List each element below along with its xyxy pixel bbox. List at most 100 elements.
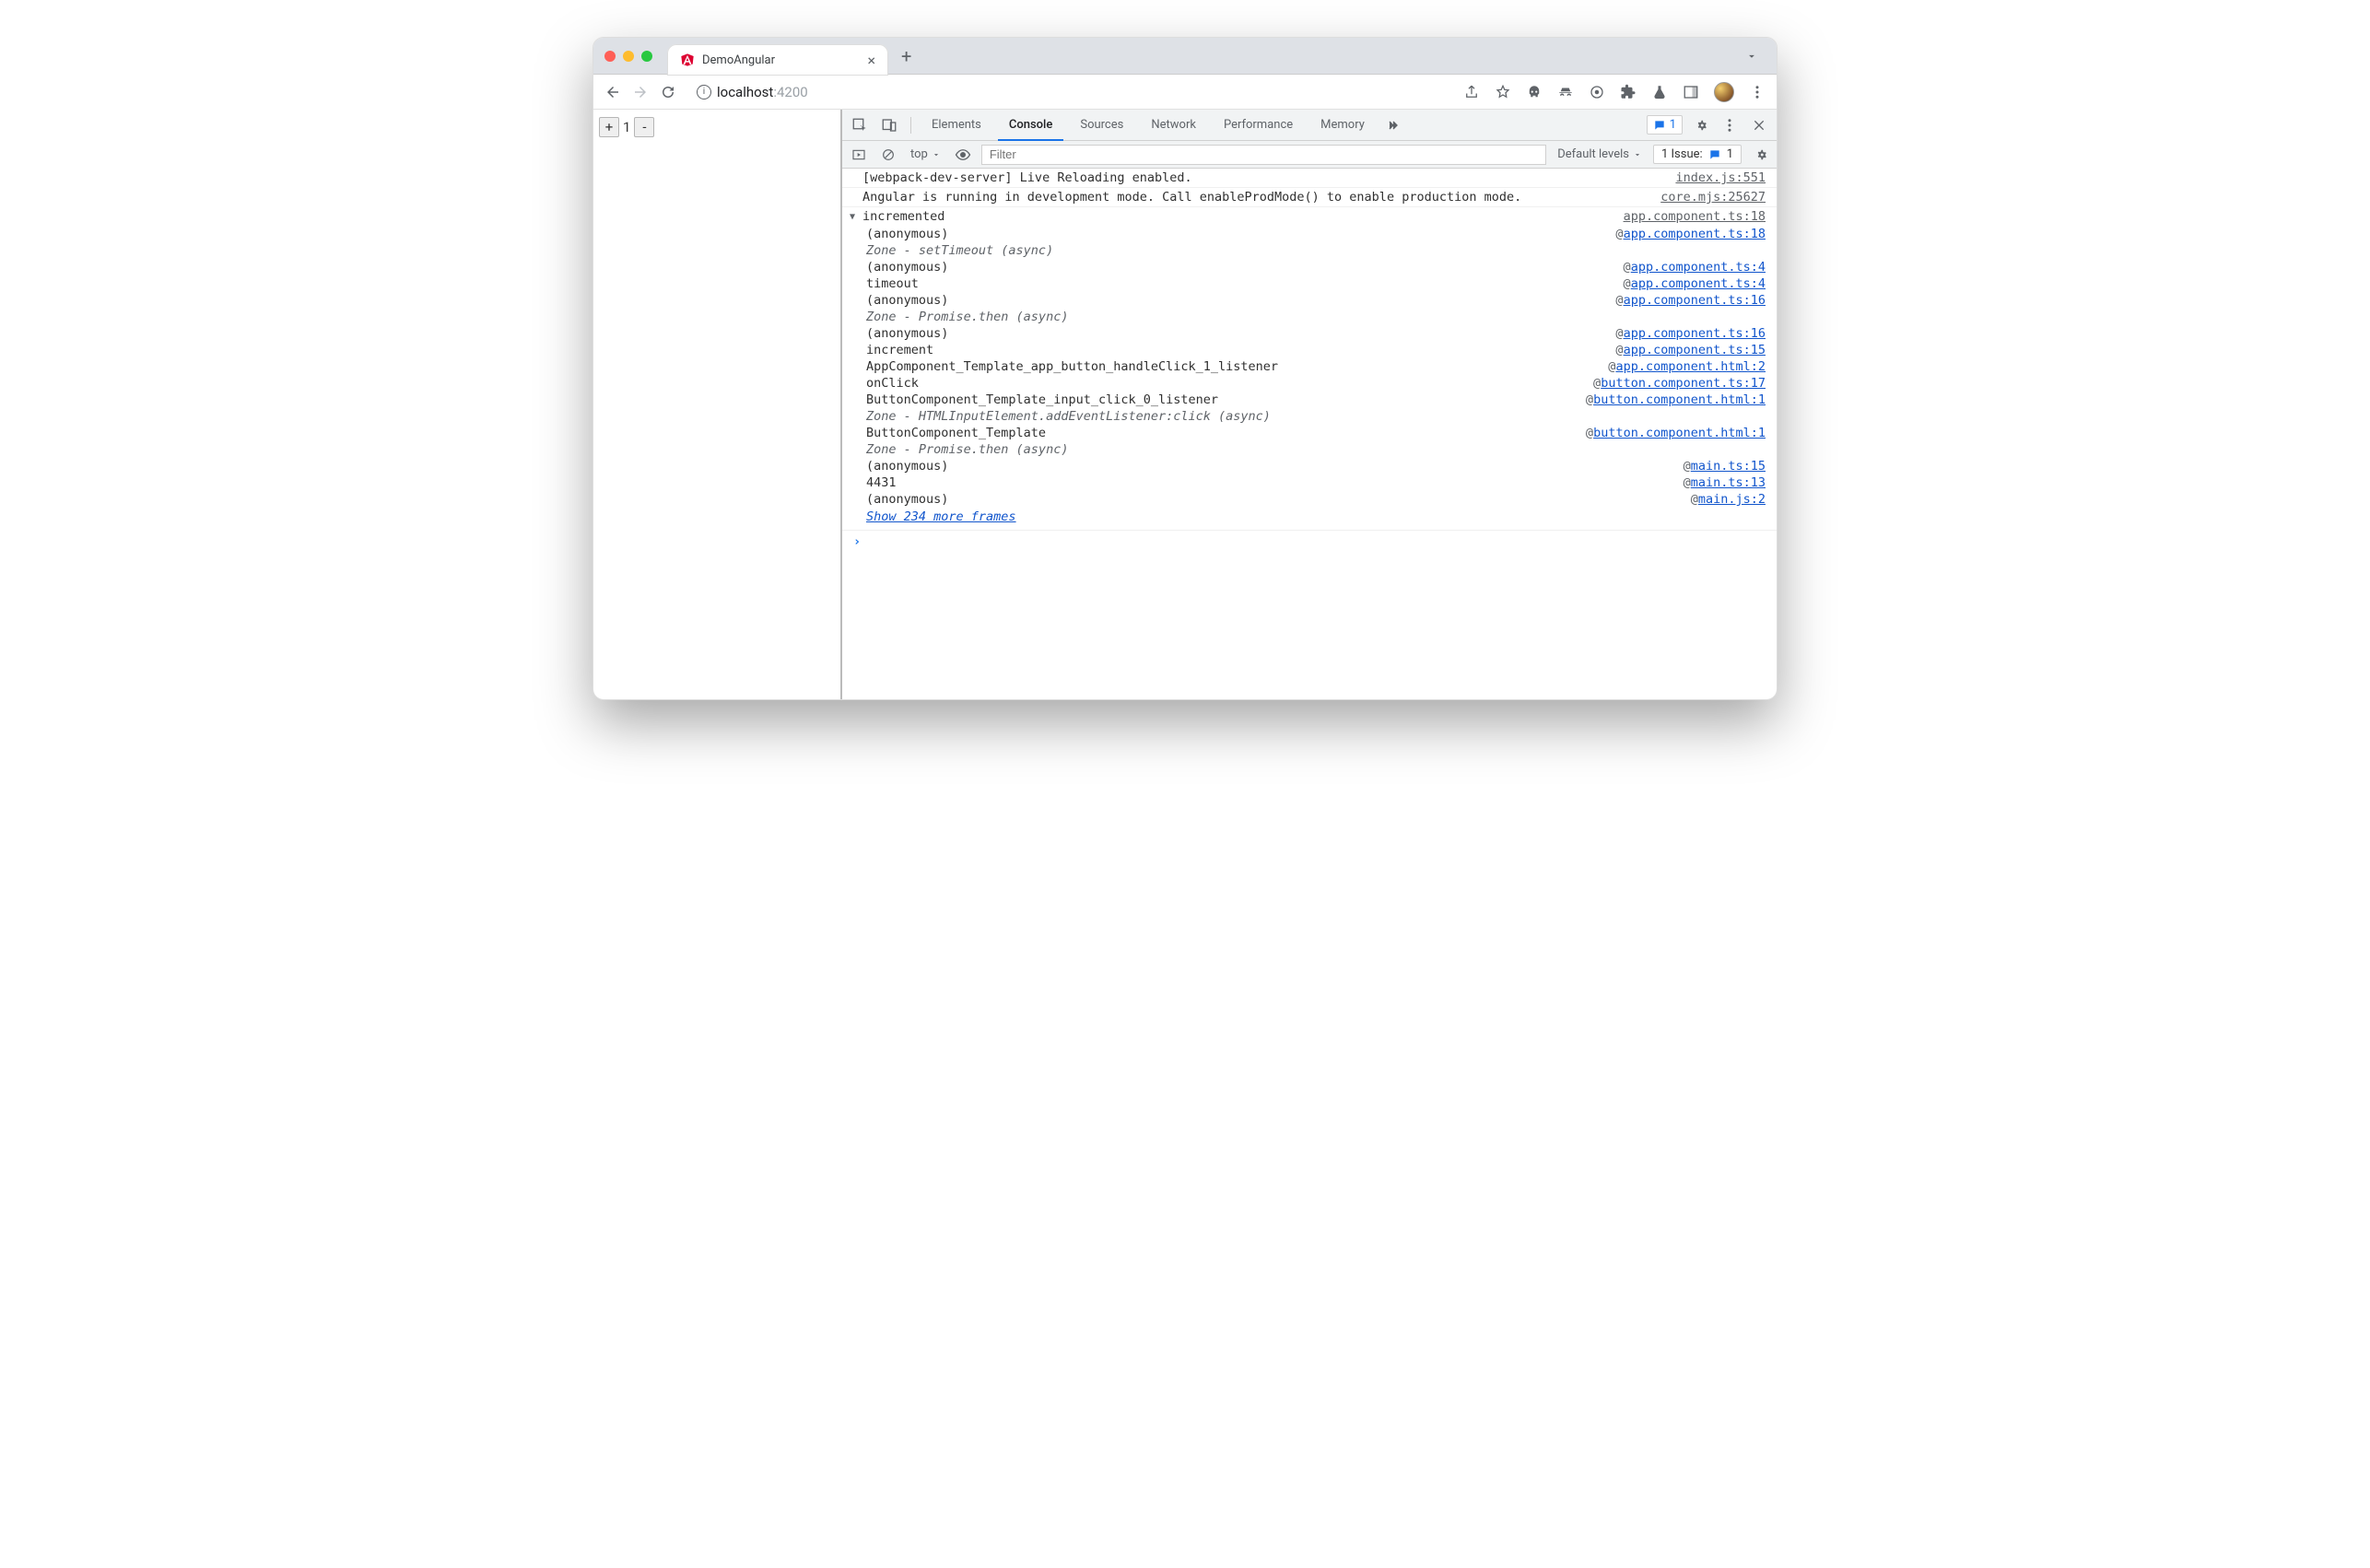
messages-badge[interactable]: 1 [1647, 115, 1683, 135]
extension-incognito-icon[interactable] [1557, 84, 1574, 100]
extensions-icon[interactable] [1620, 84, 1637, 100]
frame-function: onClick [866, 376, 1593, 391]
frame-location-link[interactable]: app.component.html:2 [1615, 359, 1766, 374]
frame-function: timeout [866, 276, 1624, 291]
clear-console-icon[interactable] [877, 144, 899, 166]
stack-frame: timeout @ app.component.ts:4 [842, 275, 1777, 292]
counter-control: + 1 - [599, 117, 835, 137]
frame-location-link[interactable]: button.component.html:1 [1593, 426, 1766, 440]
site-info-icon[interactable]: i [697, 85, 711, 99]
log-levels-selector[interactable]: Default levels [1554, 147, 1646, 161]
at-symbol: @ [1608, 359, 1615, 374]
zone-boundary: Zone - Promise.then (async) [842, 309, 1777, 325]
tab-elements[interactable]: Elements [921, 110, 992, 141]
zone-boundary: Zone - Promise.then (async) [842, 441, 1777, 458]
device-toolbar-icon[interactable] [877, 113, 901, 137]
browser-window: DemoAngular × + i localhost:4200 [592, 37, 1778, 700]
counter-value: 1 [621, 119, 632, 135]
at-symbol: @ [1691, 492, 1698, 507]
message-text: Angular is running in development mode. … [862, 190, 1660, 205]
context-selector[interactable]: top [907, 147, 944, 161]
stack-frame: ButtonComponent_Template_input_click_0_l… [842, 392, 1777, 408]
at-symbol: @ [1615, 227, 1623, 241]
stack-frame: (anonymous) @ main.js:2 [842, 491, 1777, 508]
frame-function: AppComponent_Template_app_button_handleC… [866, 359, 1608, 374]
frame-location-link[interactable]: app.component.ts:18 [1624, 227, 1766, 241]
frame-location-link[interactable]: button.component.html:1 [1593, 392, 1766, 407]
collapse-caret-icon[interactable]: ▼ [850, 209, 862, 222]
trace-source-link[interactable]: app.component.ts:18 [1624, 209, 1766, 224]
filter-input[interactable] [981, 145, 1546, 165]
close-window-button[interactable] [604, 51, 616, 62]
frame-function: ButtonComponent_Template_input_click_0_l… [866, 392, 1586, 407]
toggle-sidebar-icon[interactable] [848, 144, 870, 166]
console-message: [webpack-dev-server] Live Reloading enab… [842, 169, 1777, 188]
url-text: localhost:4200 [717, 84, 808, 100]
console-message: Angular is running in development mode. … [842, 188, 1777, 207]
frame-location-link[interactable]: app.component.ts:16 [1624, 293, 1766, 308]
stack-trace: ▼ incremented app.component.ts:18 (anony… [842, 207, 1777, 531]
frame-location-link[interactable]: main.ts:13 [1691, 475, 1766, 490]
console-toolbar: top Default levels 1 Issue: 1 [842, 141, 1777, 169]
content-area: + 1 - Elements Console Sources Network P [593, 110, 1777, 699]
frame-function: ButtonComponent_Template [866, 426, 1586, 440]
frame-location-link[interactable]: main.ts:15 [1691, 459, 1766, 474]
decrement-button[interactable]: - [634, 117, 654, 137]
frame-location-link[interactable]: app.component.ts:15 [1624, 343, 1766, 357]
stack-frame: (anonymous) @ app.component.ts:16 [842, 292, 1777, 309]
reload-button[interactable] [660, 84, 676, 100]
live-expression-icon[interactable] [952, 144, 974, 166]
tab-memory[interactable]: Memory [1309, 110, 1376, 141]
side-panel-icon[interactable] [1683, 84, 1699, 100]
browser-menu-icon[interactable] [1749, 84, 1766, 100]
frame-function: increment [866, 343, 1615, 357]
tab-sources[interactable]: Sources [1069, 110, 1134, 141]
forward-button[interactable] [632, 84, 649, 100]
tab-performance[interactable]: Performance [1213, 110, 1304, 141]
tab-title: DemoAngular [702, 53, 860, 67]
extension-flask-icon[interactable] [1651, 84, 1668, 100]
tab-network[interactable]: Network [1140, 110, 1207, 141]
window-controls [604, 51, 652, 62]
frame-function: (anonymous) [866, 326, 1615, 341]
address-bar[interactable]: i localhost:4200 [687, 79, 1452, 105]
bookmark-star-icon[interactable] [1495, 84, 1511, 100]
maximize-window-button[interactable] [641, 51, 652, 62]
tab-list-button[interactable] [1738, 50, 1766, 63]
frame-location-link[interactable]: main.js:2 [1698, 492, 1766, 507]
issues-indicator[interactable]: 1 Issue: 1 [1653, 145, 1742, 164]
frame-location-link[interactable]: app.component.ts:4 [1631, 260, 1766, 275]
stack-frame: onClick @ button.component.ts:17 [842, 375, 1777, 392]
devtools-menu-icon[interactable] [1718, 113, 1742, 137]
source-link[interactable]: index.js:551 [1675, 170, 1766, 185]
share-icon[interactable] [1463, 84, 1480, 100]
devtools-close-icon[interactable] [1747, 113, 1771, 137]
frame-function: (anonymous) [866, 227, 1615, 241]
source-link[interactable]: core.mjs:25627 [1660, 190, 1766, 205]
console-prompt[interactable]: › [842, 531, 1777, 553]
frame-location-link[interactable]: app.component.ts:16 [1624, 326, 1766, 341]
close-tab-button[interactable]: × [867, 52, 875, 69]
inspect-element-icon[interactable] [848, 113, 872, 137]
frame-location-link[interactable]: button.component.ts:17 [1601, 376, 1766, 391]
stack-frame: ButtonComponent_Template @ button.compon… [842, 425, 1777, 441]
extension-eye-icon[interactable] [1589, 84, 1605, 100]
devtools-settings-icon[interactable] [1688, 113, 1712, 137]
at-symbol: @ [1615, 326, 1623, 341]
stack-frame: (anonymous) @ app.component.ts:4 [842, 259, 1777, 275]
message-text: [webpack-dev-server] Live Reloading enab… [862, 170, 1675, 185]
frame-location-link[interactable]: app.component.ts:4 [1631, 276, 1766, 291]
tab-console[interactable]: Console [998, 110, 1063, 141]
at-symbol: @ [1684, 459, 1691, 474]
console-settings-icon[interactable] [1749, 144, 1771, 166]
more-tabs-icon[interactable] [1381, 113, 1405, 137]
new-tab-button[interactable]: + [896, 45, 917, 67]
back-button[interactable] [604, 84, 621, 100]
minimize-window-button[interactable] [623, 51, 634, 62]
browser-tab[interactable]: DemoAngular × [667, 44, 888, 76]
increment-button[interactable]: + [599, 117, 619, 137]
extension-skull-icon[interactable] [1526, 84, 1543, 100]
profile-avatar[interactable] [1714, 82, 1734, 102]
at-symbol: @ [1593, 376, 1601, 391]
show-more-frames-link[interactable]: Show 234 more frames [842, 508, 1777, 526]
